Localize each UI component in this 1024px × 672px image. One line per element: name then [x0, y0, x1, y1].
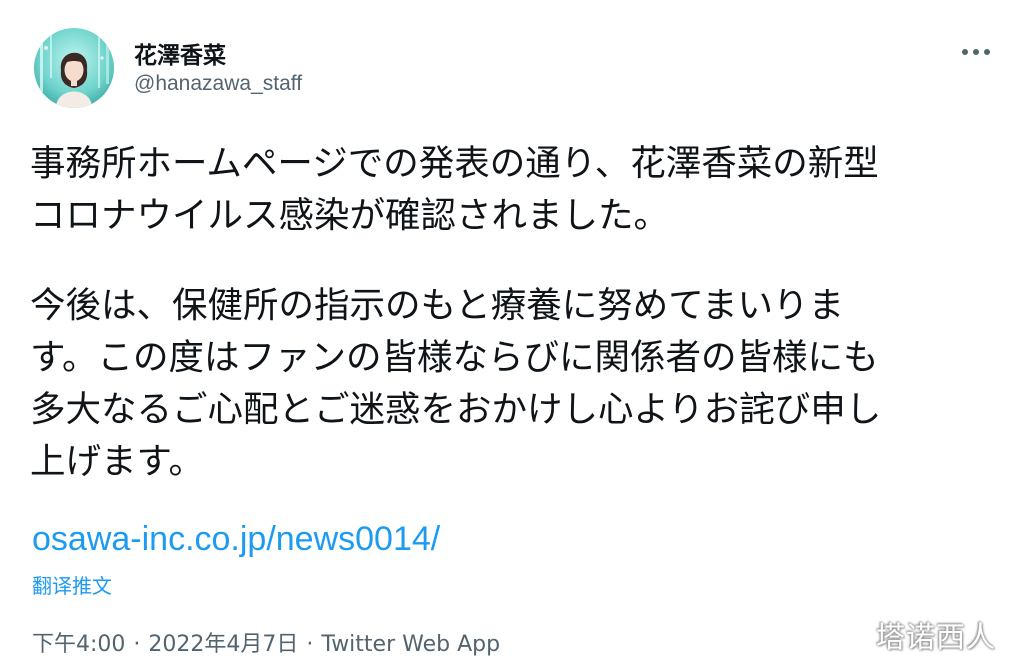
- meta-separator: ·: [133, 632, 141, 657]
- tweet-metadata: 下午4:00 · 2022年4月7日 · Twitter Web App: [32, 626, 500, 658]
- translate-tweet-button[interactable]: 翻译推文: [32, 570, 112, 599]
- tweet-text-line: す。この度はファンの皆様ならびに関係者の皆様にも: [30, 337, 879, 378]
- tweet-text-paragraph-1: 事務所ホームページでの発表の通り、花澤香菜の新型 コロナウイルス感染が確認されま…: [30, 138, 990, 242]
- avatar[interactable]: [34, 28, 114, 108]
- tweet-text-line: 上げます。: [30, 441, 204, 482]
- watermark: 塔诺西人: [876, 620, 997, 654]
- tweet-source[interactable]: Twitter Web App: [321, 632, 500, 657]
- author-display-name[interactable]: 花澤香菜: [134, 36, 226, 70]
- tweet-text-line: 今後は、保健所の指示のもと療養に努めてまいりま: [30, 285, 845, 326]
- tweet-text-line: コロナウイルス感染が確認されました。: [30, 195, 670, 236]
- profile-photo: [34, 28, 114, 108]
- tweet-text-line: 多大なるご心配とご迷惑をおかけし心よりお詫び申し: [30, 389, 882, 430]
- tweet-time[interactable]: 下午4:00: [32, 626, 125, 658]
- tweet-link[interactable]: osawa-inc.co.jp/news0014/: [32, 520, 440, 559]
- more-horizontal-icon: [962, 49, 990, 55]
- tweet-date[interactable]: 2022年4月7日: [148, 626, 298, 658]
- author-handle[interactable]: @hanazawa_staff: [134, 72, 302, 96]
- more-options-button[interactable]: [954, 36, 998, 68]
- tweet-text-paragraph-2: 今後は、保健所の指示のもと療養に努めてまいりま す。この度はファンの皆様ならびに…: [30, 280, 990, 488]
- meta-separator: ·: [306, 632, 314, 657]
- tweet-card: 花澤香菜 @hanazawa_staff 事務所ホームページでの発表の通り、花澤…: [0, 0, 1024, 672]
- tweet-text-line: 事務所ホームページでの発表の通り、花澤香菜の新型: [30, 143, 879, 184]
